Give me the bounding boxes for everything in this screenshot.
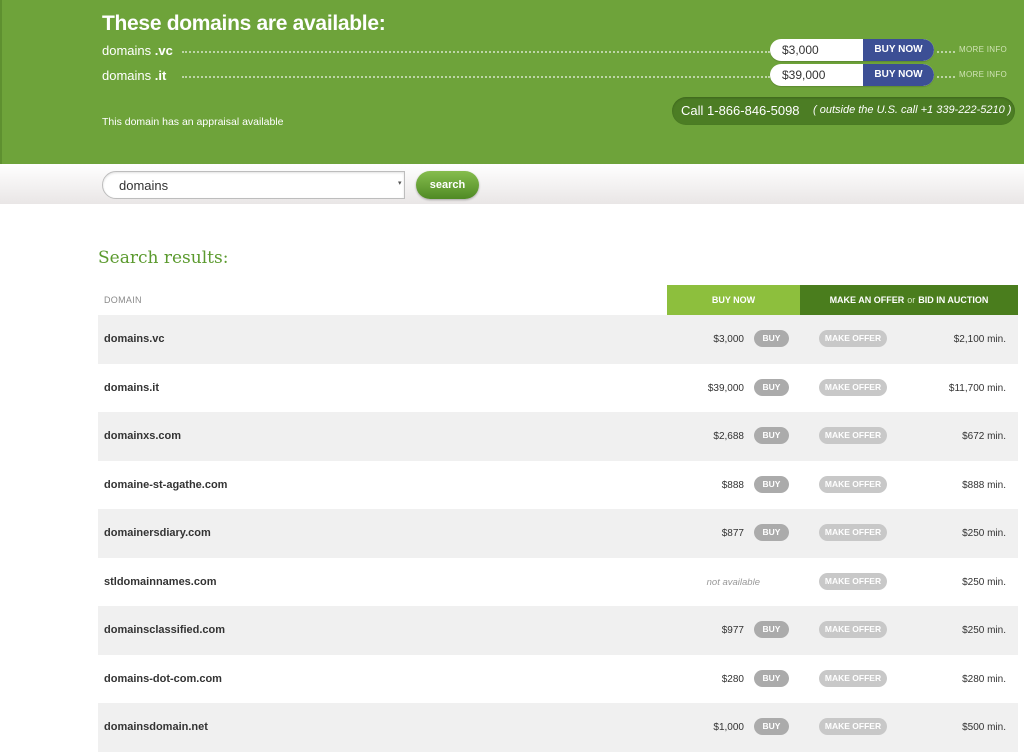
- make-offer-button[interactable]: MAKE OFFER: [819, 669, 887, 687]
- make-offer-button[interactable]: MAKE OFFER: [819, 427, 887, 444]
- results-table-header: DOMAIN BUY NOW MAKE AN OFFER or BID IN AUC…: [98, 285, 1018, 315]
- available-domain-name: domains .vc: [102, 43, 173, 58]
- result-domain[interactable]: stldomainnames.com: [104, 576, 216, 588]
- availability-title: These domains are available:: [102, 12, 386, 35]
- result-price: $280: [721, 673, 744, 685]
- price-value: $39,000: [782, 68, 826, 82]
- result-price: $888: [721, 479, 744, 491]
- column-header-buy-now: BUY NOW: [667, 285, 800, 315]
- more-info-link[interactable]: MORE INFO: [959, 70, 1007, 79]
- result-domain[interactable]: domains.vc: [104, 333, 165, 345]
- buy-button[interactable]: BUY: [754, 718, 789, 735]
- price-buy-pill: $3,000 BUY NOW: [770, 39, 934, 61]
- minimum-offer: $672 min.: [962, 431, 1006, 442]
- result-domain[interactable]: domainsclassified.com: [104, 624, 225, 636]
- call-international-note: ( outside the U.S. call +1 339-222-5210 …: [813, 104, 1012, 116]
- search-resize-icon: ▾: [398, 180, 402, 187]
- minimum-offer: $250 min.: [962, 576, 1006, 588]
- available-domain-row: domains .vc $3,000 BUY NOW MORE INFO: [102, 39, 1022, 63]
- price-value: $3,000: [782, 43, 819, 57]
- minimum-offer: $2,100 min.: [953, 334, 1006, 345]
- bid-auction-heading: BID IN AUCTION: [918, 295, 989, 305]
- buy-button[interactable]: BUY: [754, 475, 789, 493]
- make-offer-button[interactable]: MAKE OFFER: [819, 524, 887, 541]
- minimum-offer: $888 min.: [962, 479, 1006, 491]
- result-price: $3,000: [713, 334, 744, 345]
- buy-now-button[interactable]: BUY NOW: [863, 39, 934, 61]
- make-offer-heading: MAKE AN OFFER: [829, 295, 905, 305]
- minimum-offer: $280 min.: [962, 673, 1006, 685]
- table-row: domains-dot-com.com $280 BUY MAKE OFFER …: [98, 655, 1018, 704]
- result-domain[interactable]: domainxs.com: [104, 430, 181, 442]
- buy-button[interactable]: BUY: [754, 524, 789, 541]
- buy-button[interactable]: BUY: [754, 378, 789, 396]
- result-domain[interactable]: domains-dot-com.com: [104, 673, 222, 685]
- buy-button[interactable]: BUY: [754, 669, 789, 687]
- result-price: $39,000: [707, 382, 744, 394]
- more-info-link[interactable]: MORE INFO: [959, 45, 1007, 54]
- call-phone-pill: Call 1-866-846-5098 ( outside the U.S. c…: [672, 97, 1015, 125]
- results-table: DOMAIN BUY NOW MAKE AN OFFER or BID IN AUC…: [98, 285, 1018, 752]
- table-row: domains.vc $3,000 BUY MAKE OFFER $2,100 …: [98, 315, 1018, 364]
- result-price: $1,000: [713, 722, 744, 733]
- available-domain-row: domains .it $39,000 BUY NOW MORE INFO: [102, 64, 1022, 88]
- table-row: stldomainnames.com not available MAKE OF…: [98, 558, 1018, 607]
- buy-button[interactable]: BUY: [754, 621, 789, 638]
- result-domain[interactable]: domainersdiary.com: [104, 527, 211, 539]
- buy-button[interactable]: BUY: [754, 427, 789, 444]
- table-row: domains.it $39,000 BUY MAKE OFFER $11,70…: [98, 364, 1018, 413]
- dotted-leader: [182, 51, 770, 53]
- result-price: $877: [721, 528, 744, 539]
- make-offer-button[interactable]: MAKE OFFER: [819, 621, 887, 638]
- minimum-offer: $11,700 min.: [948, 382, 1006, 394]
- dotted-leader: [937, 76, 955, 78]
- minimum-offer: $250 min.: [962, 625, 1006, 636]
- result-domain[interactable]: domainsdomain.net: [104, 721, 208, 733]
- result-price-unavailable: not available: [706, 576, 760, 588]
- table-row: domaine-st-agathe.com $888 BUY MAKE OFFE…: [98, 461, 1018, 510]
- table-row: domainxs.com $2,688 BUY MAKE OFFER $672 …: [98, 412, 1018, 461]
- search-bar: ▾ search: [0, 164, 1024, 204]
- header-edge: [0, 0, 2, 164]
- availability-header: These domains are available: domains .vc…: [0, 0, 1024, 164]
- table-row: domainsclassified.com $977 BUY MAKE OFFE…: [98, 606, 1018, 655]
- make-offer-button[interactable]: MAKE OFFER: [819, 330, 887, 347]
- column-header-domain: DOMAIN: [104, 295, 142, 305]
- search-button[interactable]: search: [416, 171, 479, 199]
- or-label: or: [907, 295, 916, 305]
- make-offer-button[interactable]: MAKE OFFER: [819, 475, 887, 493]
- result-price: $2,688: [713, 431, 744, 442]
- column-header-offer: MAKE AN OFFER or BID IN AUCTION: [800, 285, 1018, 315]
- result-price: $977: [721, 625, 744, 636]
- buy-now-button[interactable]: BUY NOW: [863, 64, 934, 86]
- appraisal-notice: This domain has an appraisal available: [102, 116, 284, 128]
- available-domain-name: domains .it: [102, 68, 167, 83]
- minimum-offer: $500 min.: [962, 722, 1006, 733]
- table-row: domainsdomain.net $1,000 BUY MAKE OFFER …: [98, 703, 1018, 752]
- call-number: Call 1-866-846-5098: [681, 103, 800, 118]
- make-offer-button[interactable]: MAKE OFFER: [819, 572, 887, 590]
- buy-button[interactable]: BUY: [754, 330, 789, 347]
- dotted-leader: [182, 76, 770, 78]
- make-offer-button[interactable]: MAKE OFFER: [819, 718, 887, 735]
- price-buy-pill: $39,000 BUY NOW: [770, 64, 934, 86]
- dotted-leader: [937, 51, 955, 53]
- results-title: Search results:: [98, 248, 229, 268]
- minimum-offer: $250 min.: [962, 528, 1006, 539]
- result-domain[interactable]: domains.it: [104, 382, 159, 394]
- result-domain[interactable]: domaine-st-agathe.com: [104, 479, 227, 491]
- search-input[interactable]: [102, 171, 405, 199]
- make-offer-button[interactable]: MAKE OFFER: [819, 378, 887, 396]
- table-row: domainersdiary.com $877 BUY MAKE OFFER $…: [98, 509, 1018, 558]
